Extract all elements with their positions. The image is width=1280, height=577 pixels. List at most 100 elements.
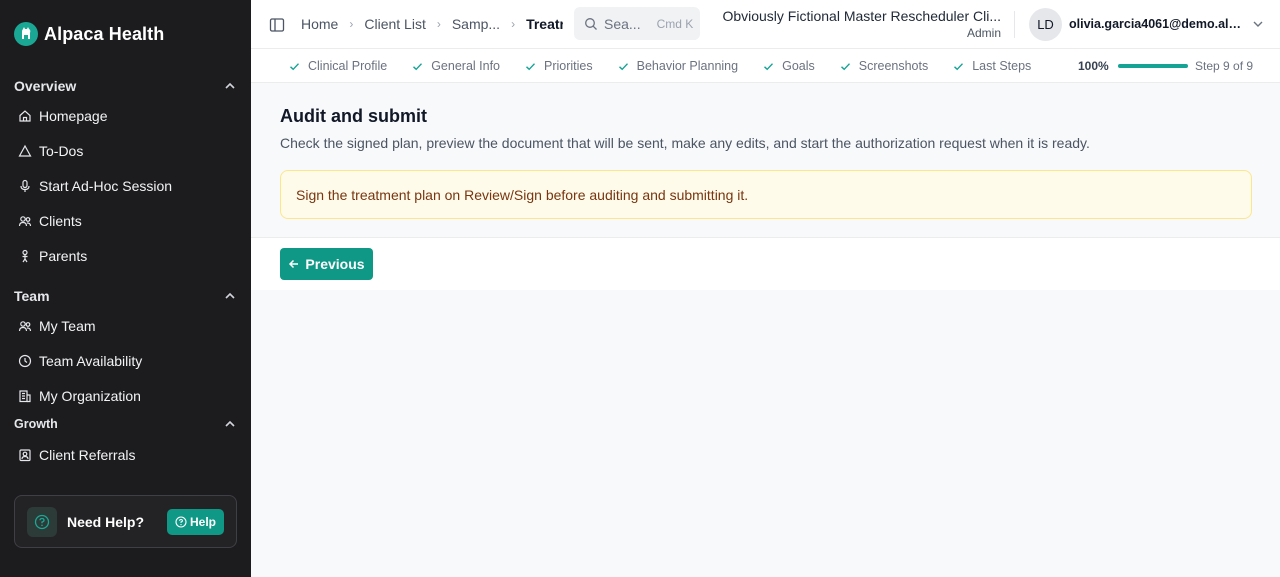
breadcrumb-client[interactable]: Samp... bbox=[452, 16, 500, 32]
breadcrumb: Home › Client List › Samp... › Treatr bbox=[301, 16, 563, 32]
parent-icon bbox=[22, 249, 28, 263]
user-email[interactable]: olivia.garcia4061@demo.alpa... bbox=[1069, 17, 1245, 31]
chevron-down-icon[interactable] bbox=[1251, 17, 1265, 31]
clock-icon bbox=[18, 354, 32, 368]
section-team[interactable]: Team bbox=[14, 288, 237, 304]
section-team-title: Team bbox=[14, 288, 50, 304]
alpaca-logo-icon bbox=[14, 22, 38, 46]
step-label: Goals bbox=[782, 59, 815, 73]
search-placeholder: Sea... bbox=[604, 15, 641, 32]
warning-notice: Sign the treatment plan on Review/Sign b… bbox=[280, 170, 1252, 219]
step-label: Priorities bbox=[544, 59, 593, 73]
org-switcher[interactable]: Obviously Fictional Master Rescheduler C… bbox=[720, 8, 1001, 40]
step-label: Behavior Planning bbox=[636, 59, 739, 73]
avatar[interactable]: LD bbox=[1029, 8, 1062, 41]
warning-triangle-icon bbox=[18, 144, 32, 157]
chevron-right-icon: › bbox=[349, 17, 354, 31]
step-screenshots[interactable]: Screenshots bbox=[840, 59, 928, 73]
brand-name: Alpaca Health bbox=[44, 23, 165, 44]
top-bar: Home › Client List › Samp... › Treatr Se… bbox=[251, 0, 1280, 49]
action-bar: Previous bbox=[251, 238, 1280, 290]
section-overview[interactable]: Overview bbox=[14, 78, 237, 94]
section-growth-title: Growth bbox=[14, 417, 58, 431]
referral-icon bbox=[19, 449, 31, 462]
sidebar-item-start-adhoc-session[interactable]: Start Ad-Hoc Session bbox=[18, 178, 172, 194]
chevron-up-icon bbox=[225, 82, 235, 89]
arrow-left-icon bbox=[289, 259, 299, 269]
check-icon bbox=[1056, 61, 1057, 72]
search-box[interactable]: Sea... Cmd K bbox=[574, 7, 700, 40]
brand[interactable]: Alpaca Health bbox=[14, 22, 164, 46]
check-icon bbox=[413, 62, 423, 70]
sidebar-item-label: Homepage bbox=[39, 108, 108, 124]
sidebar-item-clients[interactable]: Clients bbox=[18, 213, 82, 229]
check-icon bbox=[526, 62, 536, 70]
sidebar-item-label: Team Availability bbox=[39, 353, 143, 369]
progress-bar bbox=[1118, 64, 1188, 68]
sidebar-item-my-organization[interactable]: My Organization bbox=[18, 388, 141, 404]
microphone-icon bbox=[20, 179, 30, 192]
help-button[interactable]: Help bbox=[166, 508, 224, 535]
progress-percent: 100% bbox=[1078, 59, 1109, 73]
step-label: Last Steps bbox=[972, 59, 1032, 73]
check-icon bbox=[954, 62, 964, 70]
sidebar-item-team-availability[interactable]: Team Availability bbox=[18, 353, 142, 369]
step-label: Clinical Profile bbox=[308, 59, 388, 73]
main-content: Audit and submit Check the signed plan, … bbox=[251, 84, 1280, 238]
chevron-right-icon: › bbox=[436, 17, 441, 31]
divider bbox=[1014, 11, 1015, 38]
chevron-right-icon: › bbox=[511, 17, 516, 31]
previous-button[interactable]: Previous bbox=[280, 248, 373, 280]
step-bar: Clinical Profile General Info Priorities… bbox=[251, 49, 1280, 83]
sidebar-item-my-team[interactable]: My Team bbox=[18, 318, 96, 334]
help-circle-icon bbox=[27, 506, 57, 537]
warning-notice-text: Sign the treatment plan on Review/Sign b… bbox=[296, 186, 749, 203]
check-icon bbox=[290, 62, 300, 70]
sidebar-item-client-referrals[interactable]: Client Referrals bbox=[18, 447, 135, 463]
previous-button-label: Previous bbox=[305, 256, 365, 272]
search-icon bbox=[585, 17, 597, 30]
users-icon bbox=[18, 216, 32, 227]
sidebar: Alpaca Health Overview Homepage To-Dos S… bbox=[0, 0, 251, 577]
help-card: Need Help? Help bbox=[14, 495, 237, 548]
sidebar-item-label: To-Dos bbox=[39, 143, 84, 159]
breadcrumb-current: Treatr bbox=[526, 16, 564, 32]
step-general-info[interactable]: General Info bbox=[412, 59, 500, 73]
section-overview-title: Overview bbox=[14, 78, 77, 94]
sidebar-item-parents[interactable]: Parents bbox=[18, 248, 87, 264]
sidebar-toggle-icon[interactable] bbox=[269, 17, 285, 33]
page-title: Audit and submit bbox=[280, 106, 427, 126]
sidebar-item-label: Clients bbox=[39, 213, 82, 229]
building-icon bbox=[19, 390, 31, 403]
sidebar-item-label: My Team bbox=[39, 318, 96, 334]
org-role: Admin bbox=[966, 26, 1001, 40]
sidebar-item-homepage[interactable]: Homepage bbox=[18, 108, 108, 124]
chevron-up-icon bbox=[225, 292, 235, 299]
step-counter: Step 9 of 9 bbox=[1195, 59, 1254, 73]
sidebar-item-todos[interactable]: To-Dos bbox=[18, 143, 83, 159]
sidebar-item-label: Start Ad-Hoc Session bbox=[39, 178, 173, 194]
team-icon bbox=[18, 321, 32, 332]
breadcrumb-client-list[interactable]: Client List bbox=[364, 16, 425, 32]
question-icon bbox=[175, 515, 187, 528]
sidebar-item-label: Parents bbox=[39, 248, 88, 264]
help-text: Need Help? bbox=[67, 513, 145, 530]
step-clinical-profile[interactable]: Clinical Profile bbox=[289, 59, 387, 73]
breadcrumb-home[interactable]: Home bbox=[301, 16, 338, 32]
check-icon bbox=[840, 62, 850, 70]
step-priorities[interactable]: Priorities bbox=[525, 59, 593, 73]
check-icon bbox=[764, 62, 774, 70]
progress-bar-fill bbox=[1118, 64, 1188, 68]
search-shortcut: Cmd K bbox=[656, 16, 694, 31]
step-label: General Info bbox=[431, 59, 500, 73]
sidebar-item-label: My Organization bbox=[39, 388, 141, 404]
step-review-sign[interactable]: Re bbox=[1056, 59, 1057, 73]
home-icon bbox=[19, 110, 31, 122]
step-label: Screenshots bbox=[858, 59, 929, 73]
section-growth[interactable]: Growth bbox=[14, 417, 237, 431]
step-goals[interactable]: Goals bbox=[763, 59, 815, 73]
help-button-label: Help bbox=[189, 514, 216, 529]
step-list: Clinical Profile General Info Priorities… bbox=[289, 49, 1057, 83]
step-last-steps[interactable]: Last Steps bbox=[953, 59, 1031, 73]
step-behavior-planning[interactable]: Behavior Planning bbox=[618, 59, 738, 73]
